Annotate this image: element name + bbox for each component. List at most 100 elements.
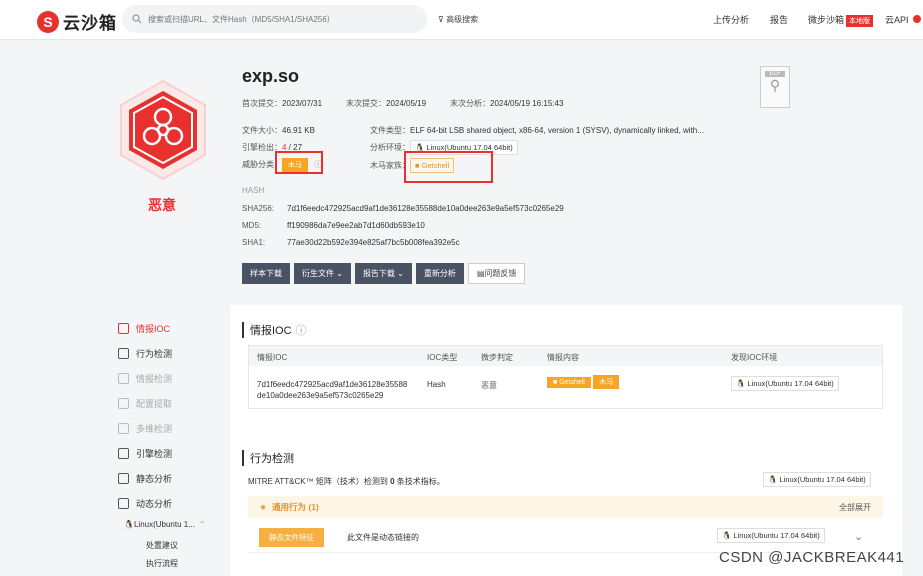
search-input[interactable]: [148, 14, 418, 24]
reanalyze-button[interactable]: 重新分析: [415, 263, 464, 284]
main-content: 情报IOC ⓘ 情报IOC IOC类型 微步判定 情报内容 发现IOC环境 7d1…: [230, 305, 902, 576]
ioc-icon: [118, 323, 129, 334]
verdict-label: 恶意: [148, 197, 176, 213]
local-badge: 本地版: [846, 15, 874, 27]
intel-icon: [118, 373, 129, 384]
ioc-env-cell: 🐧 Linux(Ubuntu 17.04 64bit): [731, 376, 839, 391]
sidebar-item-multi[interactable]: 多维检测: [118, 422, 172, 435]
behavior-icon: [118, 348, 129, 359]
sidebar-sub-flow[interactable]: 执行流程: [146, 558, 178, 569]
dynamic-icon: [118, 498, 129, 509]
behavior-row-env-tag[interactable]: 🐧 Linux(Ubuntu 17.04 64bit): [717, 528, 825, 543]
nav-upload[interactable]: 上传分析: [713, 13, 749, 26]
search-box[interactable]: [122, 5, 427, 33]
col-env: 发现IOC环境: [731, 353, 778, 362]
linux-icon: 🐧: [124, 520, 134, 529]
sha256-row: SHA256: 7d1f6eedc472925acd9af1de36128e355…: [242, 204, 564, 213]
engine-icon: [118, 448, 129, 459]
sidebar-item-ioc[interactable]: 情报IOC: [118, 322, 170, 335]
expand-all-link[interactable]: 全部展开: [839, 502, 871, 513]
ioc-content-tags: ■ Getshell 木马: [547, 375, 620, 389]
feedback-icon: ▤: [476, 269, 485, 278]
nav-sandbox[interactable]: 微步沙箱 本地版: [808, 13, 874, 27]
api-dot-icon: [913, 15, 921, 23]
advanced-search-label: 高级搜索: [446, 15, 479, 24]
sidebar-item-behavior[interactable]: 行为检测: [118, 347, 172, 360]
general-behavior-bar[interactable]: ● 通用行为 (1) 全部展开: [248, 496, 883, 518]
nav-report[interactable]: 报告: [770, 13, 788, 26]
first-submit: 首次提交：2023/07/31: [242, 99, 323, 108]
file-glyph: ⚲: [769, 77, 781, 93]
col-ioc: 情报IOC: [257, 353, 288, 362]
behavior-row-env: 🐧 Linux(Ubuntu 17.04 64bit): [717, 528, 825, 543]
col-verdict: 微步判定: [481, 353, 513, 362]
file-type: 文件类型：ELF 64-bit LSB shared object, x86-6…: [370, 126, 704, 135]
download-sample-button[interactable]: 样本下载: [242, 263, 290, 284]
advanced-search-link[interactable]: ⊽ 高级搜索: [438, 14, 478, 25]
ioc-hash-line1[interactable]: 7d1f6eedc472925acd9af1de36128e35588: [257, 380, 407, 389]
feedback-button[interactable]: ▤ 问题反馈: [467, 263, 526, 284]
brand-name: 云沙箱: [63, 14, 117, 33]
nav-api[interactable]: 云API: [885, 13, 909, 26]
file-name: exp.so: [242, 66, 300, 86]
static-icon: [118, 473, 129, 484]
feedback-label: 问题反馈: [484, 269, 517, 278]
linux-icon: 🐧: [736, 379, 748, 388]
linux-icon: 🐧: [722, 531, 734, 540]
chevron-down-icon[interactable]: ⌄: [854, 530, 863, 543]
file-size: 文件大小：46.91 KB: [242, 126, 315, 135]
logo-icon: S: [37, 10, 59, 33]
nav-sandbox-label: 微步沙箱: [808, 15, 845, 25]
hash-title: HASH: [242, 186, 265, 195]
sha256-value[interactable]: 7d1f6eedc472925acd9af1de36128e35588de10a…: [287, 204, 564, 213]
sha1-row: SHA1: 77ae30d22b592e394e825af7bc5b008fea3…: [242, 238, 460, 247]
md5-value[interactable]: ff190986da7e9ee2ab7d1d60db593e10: [287, 221, 425, 230]
search-icon: [132, 14, 142, 24]
multi-icon: [118, 423, 129, 434]
col-content: 情报内容: [547, 353, 579, 362]
highlight-box-threat: [275, 151, 323, 174]
action-buttons: 样本下载 衍生文件 ⌄ 报告下载 ⌄ 重新分析 ▤ 问题反馈: [242, 263, 526, 284]
warning-icon: ●: [260, 501, 267, 513]
sidebar-item-engine[interactable]: 引擎检测: [118, 447, 172, 460]
sha1-value[interactable]: 77ae30d22b592e394e825af7bc5b008fea392e5c: [287, 238, 460, 247]
behavior-env-tag[interactable]: 🐧 Linux(Ubuntu 17.04 64bit): [763, 472, 871, 487]
ioc-table: 情报IOC IOC类型 微步判定 情报内容 发现IOC环境 7d1f6eedc4…: [248, 345, 883, 409]
filter-icon: ⊽: [438, 15, 447, 24]
ioc-hash-line2[interactable]: de10a0dee263e9a5ef573c0265e29: [257, 391, 383, 400]
sidebar-item-config[interactable]: 配置提取: [118, 397, 172, 410]
sidebar-sub-disposal[interactable]: 处置建议: [146, 540, 178, 551]
highlight-box-family: [404, 151, 493, 183]
linux-icon: 🐧: [768, 475, 780, 484]
sidebar-env-toggle[interactable]: 🐧 Linux(Ubuntu 1... ⌃: [124, 520, 206, 529]
watermark: CSDN @JACKBREAK441: [719, 549, 905, 566]
help-icon[interactable]: ⓘ: [296, 325, 307, 337]
sidebar: 情报IOC 行为检测 情报检测 配置提取 多维检测 引擎检测 静态分析 动态分析…: [104, 305, 226, 576]
static-feature-tag[interactable]: 静态文件特征: [259, 528, 324, 547]
sidebar-item-dynamic[interactable]: 动态分析: [118, 497, 172, 510]
ioc-section-title: 情报IOC ⓘ: [242, 322, 307, 338]
download-report-button[interactable]: 报告下载 ⌄: [354, 263, 412, 284]
behavior-description: 此文件是动态链接的: [347, 533, 419, 542]
biohazard-icon: [120, 79, 206, 181]
last-submit: 末次提交：2024/05/19: [346, 99, 427, 108]
ioc-family-tag[interactable]: ■ Getshell: [547, 377, 591, 388]
chevron-up-icon: ⌃: [198, 520, 206, 529]
md5-row: MD5: ff190986da7e9ee2ab7d1d60db593e10: [242, 221, 425, 230]
derived-files-button[interactable]: 衍生文件 ⌄: [294, 263, 351, 284]
sidebar-item-static[interactable]: 静态分析: [118, 472, 172, 485]
top-bar: S 云沙箱 ⊽ 高级搜索 上传分析 报告 微步沙箱本地版 云API: [0, 0, 923, 40]
brand-logo[interactable]: S 云沙箱: [37, 9, 117, 34]
col-ioc-type: IOC类型: [427, 353, 458, 362]
behavior-section-title: 行为检测: [242, 450, 294, 466]
config-icon: [118, 398, 129, 409]
behavior-env: 🐧 Linux(Ubuntu 17.04 64bit): [763, 472, 871, 487]
ioc-verdict-value: 恶意: [481, 381, 497, 390]
general-behavior-label: 通用行为 (1): [272, 502, 319, 512]
ioc-type-value: Hash: [427, 380, 446, 389]
mitre-summary: MITRE ATT&CK™ 矩阵（技术）检测到 0 条技术指标。: [248, 477, 445, 486]
sidebar-item-intel[interactable]: 情报检测: [118, 372, 172, 385]
ioc-env-tag[interactable]: 🐧 Linux(Ubuntu 17.04 64bit): [731, 376, 839, 391]
ioc-threat-tag[interactable]: 木马: [593, 375, 620, 389]
elf-file-icon: ELF ⚲: [760, 66, 790, 108]
